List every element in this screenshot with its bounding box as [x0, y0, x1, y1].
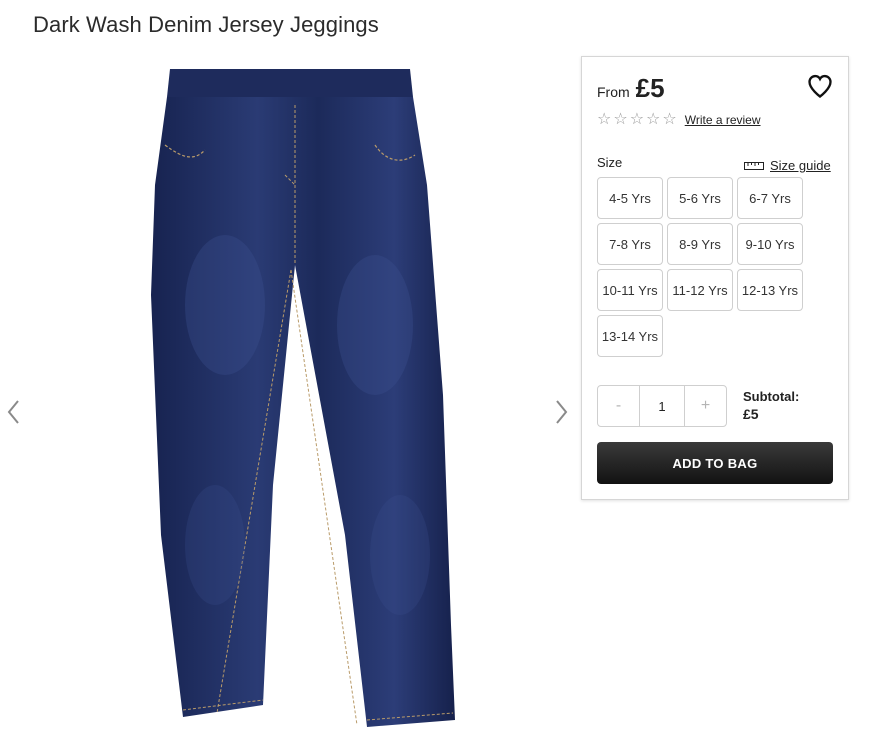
size-option[interactable]: 5-6 Yrs — [667, 177, 733, 219]
size-option[interactable]: 6-7 Yrs — [737, 177, 803, 219]
size-option[interactable]: 9-10 Yrs — [737, 223, 803, 265]
size-option[interactable]: 13-14 Yrs — [597, 315, 663, 357]
size-guide-link[interactable]: Size guide — [744, 158, 831, 173]
size-label: Size — [597, 155, 623, 170]
star-icon: ☆ — [613, 111, 628, 128]
star-icon: ☆ — [629, 111, 645, 128]
size-option[interactable]: 10-11 Yrs — [597, 269, 663, 311]
price: From £5 — [597, 73, 665, 104]
size-option[interactable]: 12-13 Yrs — [737, 269, 803, 311]
product-image — [145, 65, 455, 735]
ruler-icon — [744, 161, 764, 170]
chevron-left-icon[interactable] — [4, 397, 24, 427]
star-icon: ☆ — [646, 111, 661, 128]
quantity-increase-button[interactable]: + — [684, 386, 726, 426]
chevron-right-icon[interactable] — [551, 397, 571, 427]
subtotal: Subtotal: £5 — [743, 389, 799, 422]
purchase-panel: From £5 ☆ ☆ ☆ ☆ ☆ Write a review Size Si… — [581, 56, 849, 500]
quantity-value[interactable]: 1 — [640, 386, 684, 426]
star-icon: ☆ — [597, 111, 612, 128]
quantity-decrease-button[interactable]: - — [598, 386, 640, 426]
size-option[interactable]: 11-12 Yrs — [667, 269, 733, 311]
size-option[interactable]: 8-9 Yrs — [667, 223, 733, 265]
size-option[interactable]: 4-5 Yrs — [597, 177, 663, 219]
product-gallery — [0, 55, 575, 756]
subtotal-label: Subtotal: — [743, 389, 800, 404]
quantity-stepper: - 1 + — [597, 385, 727, 427]
price-value: £5 — [635, 73, 665, 103]
add-to-bag-button[interactable]: ADD TO BAG — [597, 442, 833, 484]
rating: ☆ ☆ ☆ ☆ ☆ Write a review — [597, 112, 761, 128]
subtotal-amount: £5 — [743, 406, 759, 422]
star-icon: ☆ — [662, 111, 677, 128]
size-guide-label: Size guide — [770, 158, 831, 173]
heart-icon[interactable] — [806, 72, 834, 100]
star-rating[interactable]: ☆ ☆ ☆ ☆ ☆ — [597, 112, 677, 128]
size-option[interactable]: 7-8 Yrs — [597, 223, 663, 265]
price-prefix: From — [597, 84, 630, 100]
size-options: 4-5 Yrs 5-6 Yrs 6-7 Yrs 7-8 Yrs 8-9 Yrs … — [597, 177, 807, 357]
write-review-link[interactable]: Write a review — [685, 113, 761, 127]
product-title: Dark Wash Denim Jersey Jeggings — [33, 12, 379, 37]
